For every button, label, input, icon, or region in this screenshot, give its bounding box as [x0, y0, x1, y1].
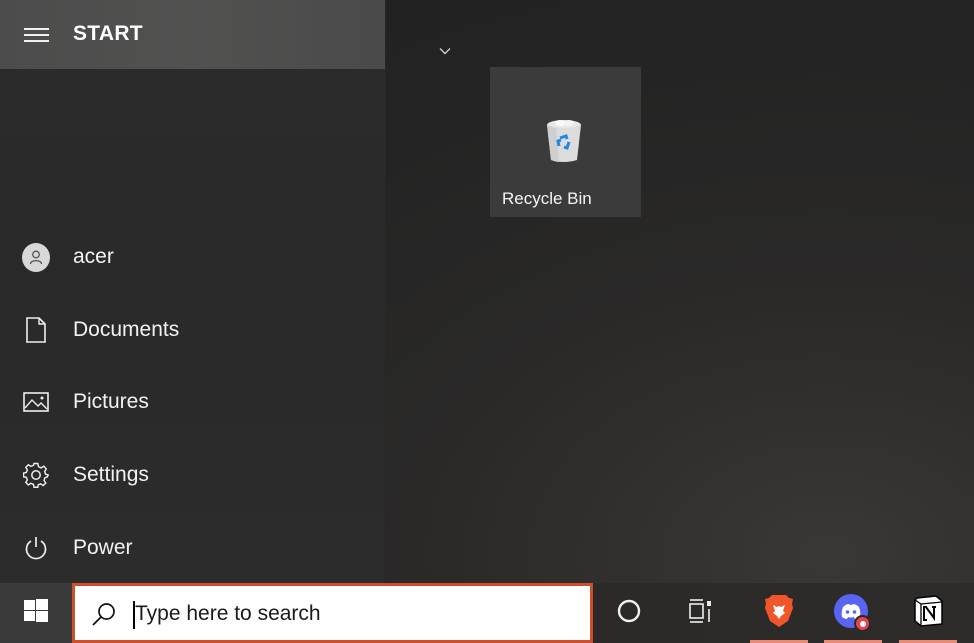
nav-item-power[interactable]: Power [0, 518, 386, 578]
search-icon [91, 601, 117, 627]
nav-item-user[interactable]: acer [0, 227, 386, 287]
windows-logo-icon [24, 598, 48, 628]
pictures-icon [22, 388, 50, 416]
task-view-icon [688, 598, 714, 628]
start-title: START [73, 22, 143, 45]
brave-browser-icon [764, 594, 794, 633]
discord-button[interactable] [822, 583, 884, 643]
taskbar [0, 583, 974, 643]
nav-item-pictures[interactable]: Pictures [0, 372, 386, 432]
nav-label: acer [73, 245, 114, 268]
start-header-button[interactable]: START [0, 0, 385, 69]
start-left-pane: START acer Documents Pictures Settings P… [0, 0, 386, 583]
tile-label: Recycle Bin [502, 189, 592, 208]
gear-icon [22, 461, 50, 489]
discord-icon [834, 594, 872, 632]
document-icon [22, 316, 50, 344]
task-view-button[interactable] [672, 583, 730, 643]
search-box[interactable] [72, 583, 593, 643]
hamburger-icon[interactable] [24, 28, 49, 42]
nav-label: Documents [73, 318, 180, 341]
user-avatar-icon [22, 242, 50, 272]
search-input[interactable] [135, 596, 575, 632]
notion-icon [912, 594, 944, 632]
nav-label: Power [73, 536, 133, 559]
nav-label: Settings [73, 463, 149, 486]
notion-button[interactable] [897, 583, 959, 643]
cortana-button[interactable] [600, 583, 658, 643]
nav-item-documents[interactable]: Documents [0, 300, 386, 360]
recycle-bin-icon [542, 117, 586, 163]
chevron-down-icon[interactable] [438, 44, 452, 58]
cortana-circle-icon [617, 599, 641, 628]
brave-button[interactable] [748, 583, 810, 643]
start-button[interactable] [0, 583, 72, 643]
start-menu: START acer Documents Pictures Settings P… [0, 0, 974, 583]
nav-label: Pictures [73, 390, 149, 413]
tile-recycle-bin[interactable]: Recycle Bin [490, 67, 641, 217]
notification-badge [854, 615, 871, 632]
power-icon [22, 534, 50, 562]
nav-item-settings[interactable]: Settings [0, 445, 386, 505]
